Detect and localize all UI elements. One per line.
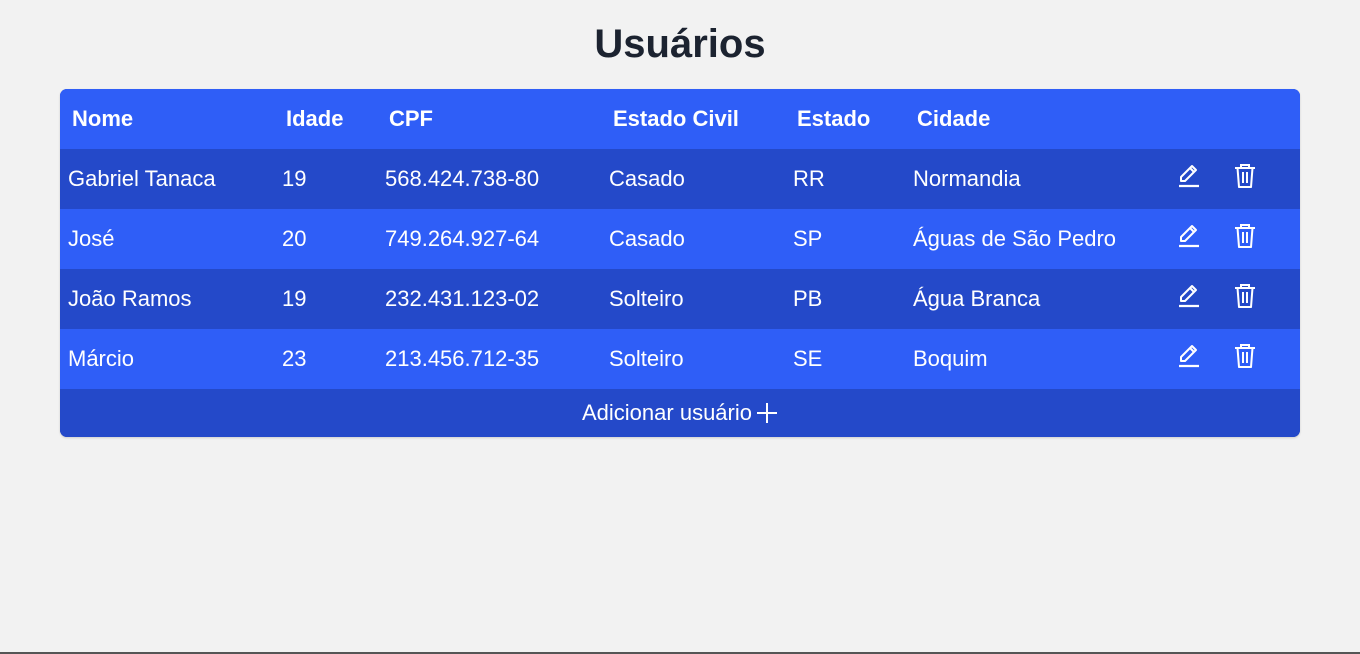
- cell-nome: Márcio: [68, 346, 135, 371]
- edit-user-button[interactable]: [1175, 345, 1203, 373]
- cell-idade: 23: [282, 346, 307, 371]
- table-row: José 20 749.264.927-64 Casado SP Águas de São…: [60, 209, 1300, 269]
- cell-estado-civil: Casado: [609, 226, 685, 251]
- table-row: João Ramos 19 232.431.123-02 Solteiro PB Água…: [60, 269, 1300, 329]
- cell-estado: SE: [793, 346, 823, 371]
- cell-cpf: 749.264.927-64: [385, 226, 540, 251]
- cell-idade: 19: [282, 166, 307, 191]
- cell-estado-civil: Solteiro: [609, 346, 684, 371]
- header-estado: Estado: [797, 106, 871, 131]
- cell-nome: José: [68, 226, 115, 251]
- table-row: Gabriel Tanaca 19 568.424.738-80 Casado RR No…: [60, 149, 1300, 209]
- cell-estado: SP: [793, 226, 823, 251]
- cell-estado-civil: Solteiro: [609, 286, 684, 311]
- cell-nome: João Ramos: [68, 286, 192, 311]
- trash-icon: [1233, 343, 1257, 375]
- trash-icon: [1233, 163, 1257, 195]
- add-user-button[interactable]: Adicionar usuário: [60, 389, 1300, 437]
- header-cidade: Cidade: [917, 106, 991, 131]
- delete-user-button[interactable]: [1231, 223, 1259, 255]
- cell-nome: Gabriel Tanaca: [68, 166, 216, 191]
- header-estado-civil: Estado Civil: [613, 106, 739, 131]
- pencil-icon: [1177, 343, 1201, 375]
- table-body: Gabriel Tanaca 19 568.424.738-80 Casado RR No…: [60, 149, 1300, 389]
- cell-cpf: 568.424.738-80: [385, 166, 540, 191]
- row-actions: [1175, 283, 1300, 315]
- row-actions: [1175, 223, 1300, 255]
- plus-icon: [756, 402, 778, 424]
- users-table: Nome Idade CPF Estado Civil Estado Cidad…: [60, 89, 1300, 437]
- page: Usuários Nome Idade CPF Estado Civil Est…: [0, 0, 1360, 654]
- cell-estado: RR: [793, 166, 825, 191]
- cell-cidade: Normandia: [913, 166, 1021, 191]
- cell-estado: PB: [793, 286, 823, 311]
- cell-idade: 19: [282, 286, 307, 311]
- cell-cidade: Boquim: [913, 346, 988, 371]
- edit-user-button[interactable]: [1175, 165, 1203, 193]
- table-row: Márcio 23 213.456.712-35 Solteiro SE Boquim: [60, 329, 1300, 389]
- edit-user-button[interactable]: [1175, 225, 1203, 253]
- row-actions: [1175, 163, 1300, 195]
- pencil-icon: [1177, 223, 1201, 255]
- trash-icon: [1233, 283, 1257, 315]
- delete-user-button[interactable]: [1231, 343, 1259, 375]
- cell-idade: 20: [282, 226, 307, 251]
- add-user-label: Adicionar usuário: [582, 400, 752, 425]
- pencil-icon: [1177, 283, 1201, 315]
- cell-estado-civil: Casado: [609, 166, 685, 191]
- row-actions: [1175, 343, 1300, 375]
- delete-user-button[interactable]: [1231, 283, 1259, 315]
- edit-user-button[interactable]: [1175, 285, 1203, 313]
- pencil-icon: [1177, 163, 1201, 195]
- page-title: Usuários: [594, 22, 766, 66]
- table-header-row: Nome Idade CPF Estado Civil Estado Cidad…: [60, 89, 1300, 149]
- header-cpf: CPF: [389, 106, 433, 131]
- cell-cidade: Águas de São Pedro: [913, 226, 1117, 251]
- header-nome: Nome: [72, 106, 134, 131]
- delete-user-button[interactable]: [1231, 163, 1259, 195]
- cell-cpf: 213.456.712-35: [385, 346, 540, 371]
- trash-icon: [1233, 223, 1257, 255]
- cell-cpf: 232.431.123-02: [385, 286, 540, 311]
- cell-cidade: Água Branca: [913, 286, 1041, 311]
- header-idade: Idade: [286, 106, 344, 131]
